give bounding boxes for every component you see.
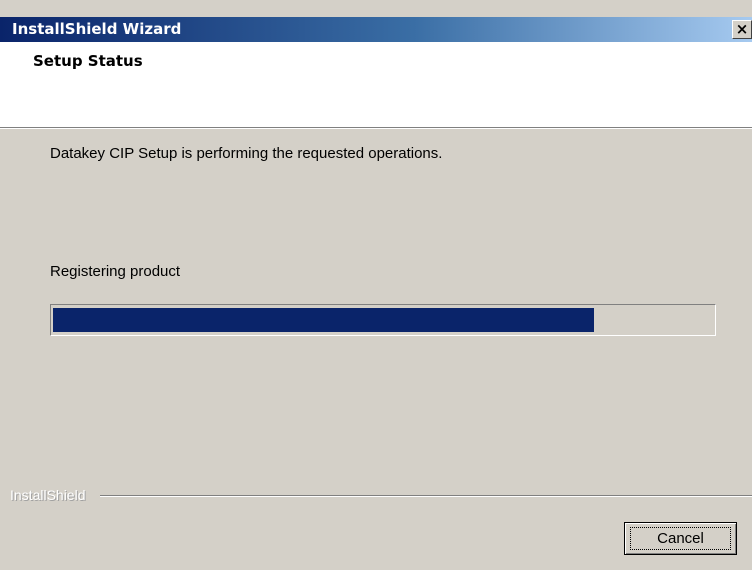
page-title: Setup Status: [33, 52, 143, 70]
footer-divider: [100, 495, 752, 497]
close-icon: ×: [735, 20, 749, 38]
header-panel: Setup Status: [0, 42, 752, 129]
window-title: InstallShield Wizard: [12, 20, 182, 38]
cancel-button-label: Cancel: [657, 530, 704, 547]
status-message: Datakey CIP Setup is performing the requ…: [50, 145, 443, 162]
progress-bar-fill: [53, 308, 594, 332]
progress-bar: [50, 304, 716, 336]
close-button[interactable]: ×: [732, 20, 752, 39]
installshield-brand-label: InstallShield: [10, 487, 92, 503]
progress-label: Registering product: [50, 263, 181, 280]
title-bar[interactable]: InstallShield Wizard ×: [0, 17, 752, 42]
installshield-wizard-window: InstallShield Wizard × Setup Status Data…: [0, 0, 752, 570]
cancel-button[interactable]: Cancel: [624, 522, 737, 555]
